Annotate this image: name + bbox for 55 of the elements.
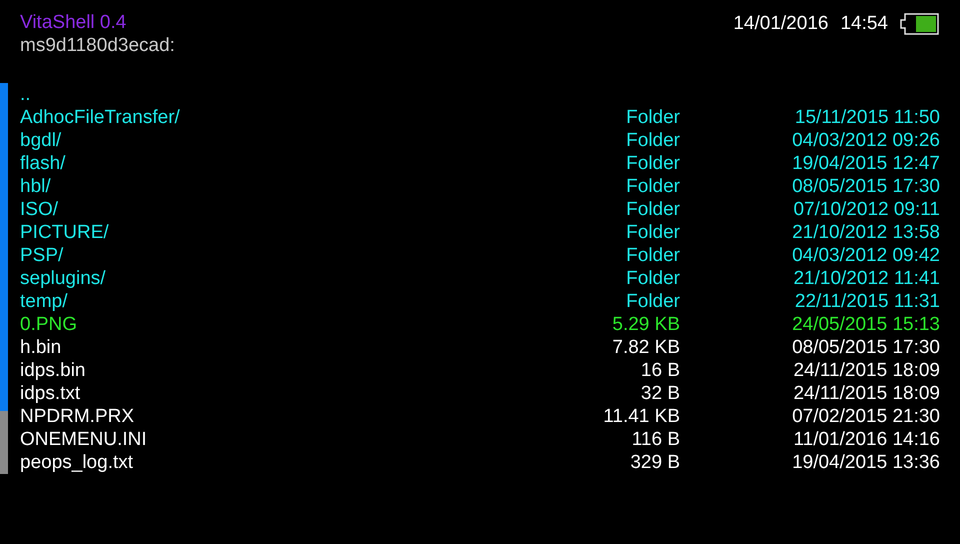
clock-time: 14:54	[840, 13, 888, 35]
file-size: 11.41 KB	[602, 406, 680, 428]
modified-date: 07/10/2012 09:11	[792, 198, 940, 220]
file-size: Folder	[625, 152, 680, 174]
modified-date: 24/05/2015 15:13	[791, 314, 940, 336]
file-size: Folder	[625, 244, 680, 266]
file-size: 329 B	[629, 452, 680, 474]
file-size: Folder	[625, 198, 680, 220]
file-size: 16 B	[640, 360, 680, 382]
file-name[interactable]: 0.PNG	[20, 314, 420, 336]
file-size: Folder	[625, 106, 680, 128]
app-title: VitaShell 0.4	[20, 12, 128, 34]
modified-date: 15/11/2015 11:50	[794, 106, 940, 128]
file-name[interactable]: h.bin	[20, 336, 420, 358]
file-name[interactable]: bgdl/	[20, 130, 420, 152]
file-size: 32 B	[640, 382, 680, 404]
file-size: Folder	[625, 290, 680, 312]
file-name[interactable]: NPDRM.PRX	[20, 406, 420, 428]
scroll-thumb[interactable]	[0, 83, 8, 411]
file-name[interactable]: idps.txt	[20, 382, 420, 404]
file-size: Folder	[625, 130, 680, 152]
modified-date: 11/01/2016 14:16	[792, 428, 940, 450]
file-name[interactable]: PICTURE/	[20, 222, 420, 244]
modified-date: 04/03/2012 09:42	[791, 244, 940, 266]
file-name[interactable]: ..	[20, 84, 420, 106]
file-name[interactable]: temp/	[20, 290, 420, 312]
current-path: ms9d1180d3ecad:	[20, 35, 175, 57]
file-size: 116 B	[630, 428, 680, 450]
file-name[interactable]: flash/	[20, 152, 420, 174]
file-name[interactable]: idps.bin	[20, 360, 420, 382]
file-name[interactable]: PSP/	[20, 244, 420, 266]
modified-date: 08/05/2015 17:30	[791, 176, 940, 198]
modified-date: 21/10/2012 13:58	[791, 222, 940, 244]
modified-date: 24/11/2015 18:09	[792, 382, 940, 404]
modified-date: 07/02/2015 21:30	[791, 406, 940, 428]
modified-date: 22/11/2015 11:31	[794, 290, 940, 312]
clock-date: 14/01/2016	[733, 13, 828, 35]
battery-icon	[900, 13, 940, 35]
file-name[interactable]: hbl/	[20, 176, 420, 198]
file-name[interactable]: seplugins/	[20, 268, 420, 290]
file-name[interactable]: ISO/	[20, 198, 420, 220]
modified-date: 19/04/2015 13:36	[791, 452, 940, 474]
file-name[interactable]: peops_log.txt	[20, 452, 420, 474]
file-size: 7.82 KB	[611, 336, 680, 358]
modified-date: 21/10/2012 11:41	[792, 268, 940, 290]
modified-date: 24/11/2015 18:09	[792, 360, 940, 382]
file-size: Folder	[625, 176, 680, 198]
file-size: Folder	[625, 268, 680, 290]
file-name[interactable]: ONEMENU.INI	[20, 428, 420, 450]
modified-date: 19/04/2015 12:47	[791, 152, 940, 174]
file-name[interactable]: AdhocFileTransfer/	[20, 106, 420, 128]
modified-date: 08/05/2015 17:30	[791, 336, 940, 358]
file-size: 5.29 KB	[611, 314, 680, 336]
modified-date: 04/03/2012 09:26	[791, 130, 940, 152]
file-size: Folder	[625, 222, 680, 244]
